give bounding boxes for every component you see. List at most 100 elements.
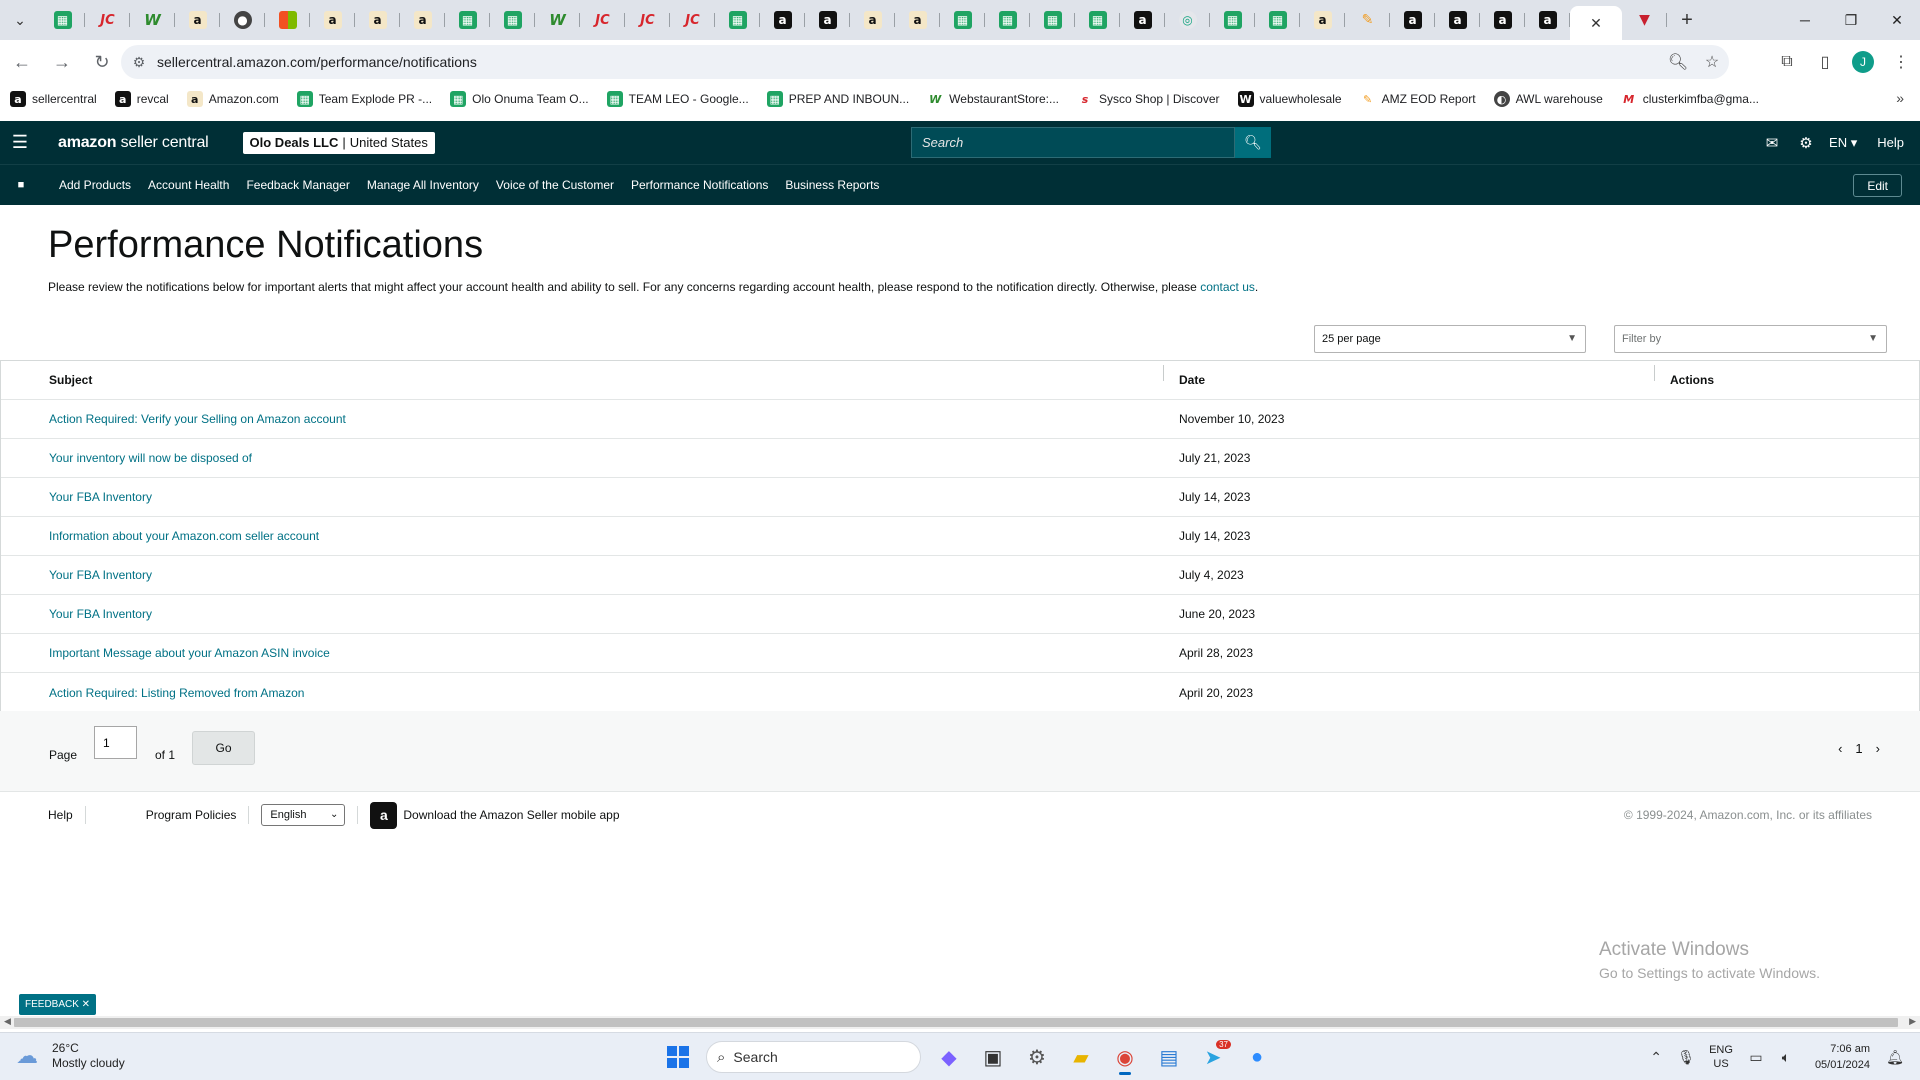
go-button[interactable]: Go (192, 731, 255, 765)
notification-subject-link[interactable]: Your FBA Inventory (49, 490, 152, 504)
restore-icon[interactable]: ❐ (1828, 0, 1874, 40)
bookmark-item[interactable]: a revcal (114, 91, 169, 107)
microphone-icon[interactable]: 🎙︎ (1671, 1049, 1701, 1066)
site-info-icon[interactable]: ⚙ (121, 54, 157, 71)
tab[interactable]: ▦ (445, 0, 490, 40)
bookmark-item[interactable]: s Sysco Shop | Discover (1077, 91, 1220, 107)
tab[interactable]: a (310, 0, 355, 40)
nav-link[interactable]: Manage All Inventory (367, 178, 479, 192)
tab[interactable]: a (1390, 0, 1435, 40)
tab[interactable]: ▼ (1622, 0, 1667, 40)
bookmark-item[interactable]: ✎ AMZ EOD Report (1360, 91, 1476, 107)
close-tab-icon[interactable]: ✕ (1590, 15, 1602, 32)
tab[interactable]: a (1300, 0, 1345, 40)
telegram-icon[interactable]: ➤ 37 (1191, 1038, 1235, 1076)
profile-avatar[interactable]: J (1844, 40, 1882, 84)
page-number-input[interactable] (94, 726, 137, 759)
back-icon[interactable]: ← (4, 44, 40, 80)
tab[interactable]: a (175, 0, 220, 40)
tab[interactable]: JC (580, 0, 625, 40)
tab[interactable]: ✎ (1345, 0, 1390, 40)
current-page[interactable]: 1 (1855, 741, 1862, 756)
tab[interactable]: a (1435, 0, 1480, 40)
tab[interactable]: a (1480, 0, 1525, 40)
tab[interactable]: a (400, 0, 445, 40)
tab[interactable]: a (1120, 0, 1165, 40)
bookmark-item[interactable]: ▦ PREP AND INBOUN... (766, 91, 909, 107)
feedback-button[interactable]: FEEDBACK ✕ (19, 994, 97, 1015)
filter-select[interactable]: Filter by ▼ (1614, 325, 1887, 353)
settings-icon[interactable]: ⚙ (1015, 1038, 1059, 1076)
extensions-icon[interactable]: ⧉ (1768, 40, 1806, 84)
tab[interactable] (265, 0, 310, 40)
network-icon[interactable]: ▭ (1741, 1049, 1771, 1066)
notification-subject-link[interactable]: Important Message about your Amazon ASIN… (49, 646, 330, 660)
bookmark-item[interactable]: ▦ TEAM LEO - Google... (606, 91, 749, 107)
program-policies-link[interactable]: Program Policies (146, 808, 237, 822)
browser-menu-icon[interactable]: ⋮ (1882, 40, 1920, 84)
bookmark-item[interactable]: ▦ Team Explode PR -... (296, 91, 432, 107)
taskbar-search[interactable]: ⌕ Search (706, 1041, 921, 1073)
notepad-icon[interactable]: ▤ (1147, 1038, 1191, 1076)
nav-link[interactable]: Business Reports (785, 178, 879, 192)
address-url[interactable]: sellercentral.amazon.com/performance/not… (157, 54, 1661, 70)
per-page-select[interactable]: 25 per page ▼ (1314, 325, 1586, 353)
notification-subject-link[interactable]: Your inventory will now be disposed of (49, 451, 252, 465)
chevron-right-icon[interactable]: › (1876, 741, 1880, 756)
reload-icon[interactable]: ↻ (84, 44, 120, 80)
copilot-icon[interactable]: ◆ (927, 1038, 971, 1076)
notification-subject-link[interactable]: Action Required: Listing Removed from Am… (49, 686, 304, 700)
zoom-app-icon[interactable]: ● (1235, 1038, 1279, 1076)
tab[interactable]: ◎ (1165, 0, 1210, 40)
address-bar[interactable]: ⚙ sellercentral.amazon.com/performance/n… (121, 45, 1729, 79)
tab[interactable]: W (535, 0, 580, 40)
tab[interactable]: a (805, 0, 850, 40)
seller-central-logo[interactable]: amazon seller central (58, 134, 209, 152)
scroll-right-icon[interactable]: ▶ (1909, 1016, 1916, 1027)
bookmark-item[interactable]: a Amazon.com (186, 91, 279, 107)
bookmark-item[interactable]: a sellercentral (10, 91, 97, 107)
nav-link[interactable]: Performance Notifications (631, 178, 768, 192)
nav-link[interactable]: Voice of the Customer (496, 178, 614, 192)
search-input[interactable] (911, 127, 1235, 158)
scroll-left-icon[interactable]: ◀ (4, 1016, 11, 1027)
tab[interactable]: W (130, 0, 175, 40)
more-bookmarks-icon[interactable]: » (1896, 90, 1904, 106)
nav-link[interactable]: Account Health (148, 178, 229, 192)
edit-button[interactable]: Edit (1853, 174, 1902, 197)
chevron-up-icon[interactable]: ⌃ (1641, 1049, 1671, 1066)
file-explorer-icon[interactable]: ▰ (1059, 1038, 1103, 1076)
bookmark-item[interactable]: Wvaluewholesale (1237, 91, 1342, 107)
notification-subject-link[interactable]: Action Required: Verify your Selling on … (49, 412, 346, 426)
tab[interactable]: a (760, 0, 805, 40)
tab[interactable]: ▦ (1210, 0, 1255, 40)
tab[interactable]: JC (625, 0, 670, 40)
bookmark-star-icon[interactable]: ☆ (1695, 52, 1729, 72)
download-app-link[interactable]: Download the Amazon Seller mobile app (403, 808, 619, 822)
clock[interactable]: 7:06 am 05/01/2024 (1815, 1041, 1870, 1073)
tab[interactable]: JC (670, 0, 715, 40)
tab[interactable]: a (895, 0, 940, 40)
help-link[interactable]: Help (1877, 135, 1904, 150)
active-tab[interactable]: ✕ (1570, 6, 1622, 40)
nav-link[interactable]: Add Products (59, 178, 131, 192)
tab[interactable]: ▦ (1255, 0, 1300, 40)
amazon-app-icon[interactable]: a (370, 801, 398, 829)
zoom-icon[interactable]: 🔍︎ (1661, 52, 1695, 72)
tab[interactable]: ▦ (490, 0, 535, 40)
start-button[interactable] (656, 1038, 700, 1076)
weather-widget[interactable]: ☁ 26°C Mostly cloudy (16, 1041, 125, 1071)
tab[interactable]: ▦ (985, 0, 1030, 40)
minimize-icon[interactable]: ─ (1782, 0, 1828, 40)
account-switcher[interactable]: Olo Deals LLC | United States (242, 131, 435, 154)
side-panel-icon[interactable]: ▯ (1806, 40, 1844, 84)
bookmark-item[interactable]: ▦ Olo Onuma Team O... (450, 91, 589, 107)
subject-header[interactable]: Subject (1, 365, 1164, 387)
bookmark-item[interactable]: W WebstaurantStore:... (927, 91, 1059, 107)
volume-icon[interactable]: 🔈︎ (1771, 1049, 1801, 1066)
notification-subject-link[interactable]: Your FBA Inventory (49, 607, 152, 621)
tab[interactable]: a (850, 0, 895, 40)
footer-language-select[interactable]: English ⌄ (261, 804, 346, 826)
tab[interactable]: ▦ (1030, 0, 1075, 40)
new-tab-button[interactable]: + (1667, 0, 1707, 40)
